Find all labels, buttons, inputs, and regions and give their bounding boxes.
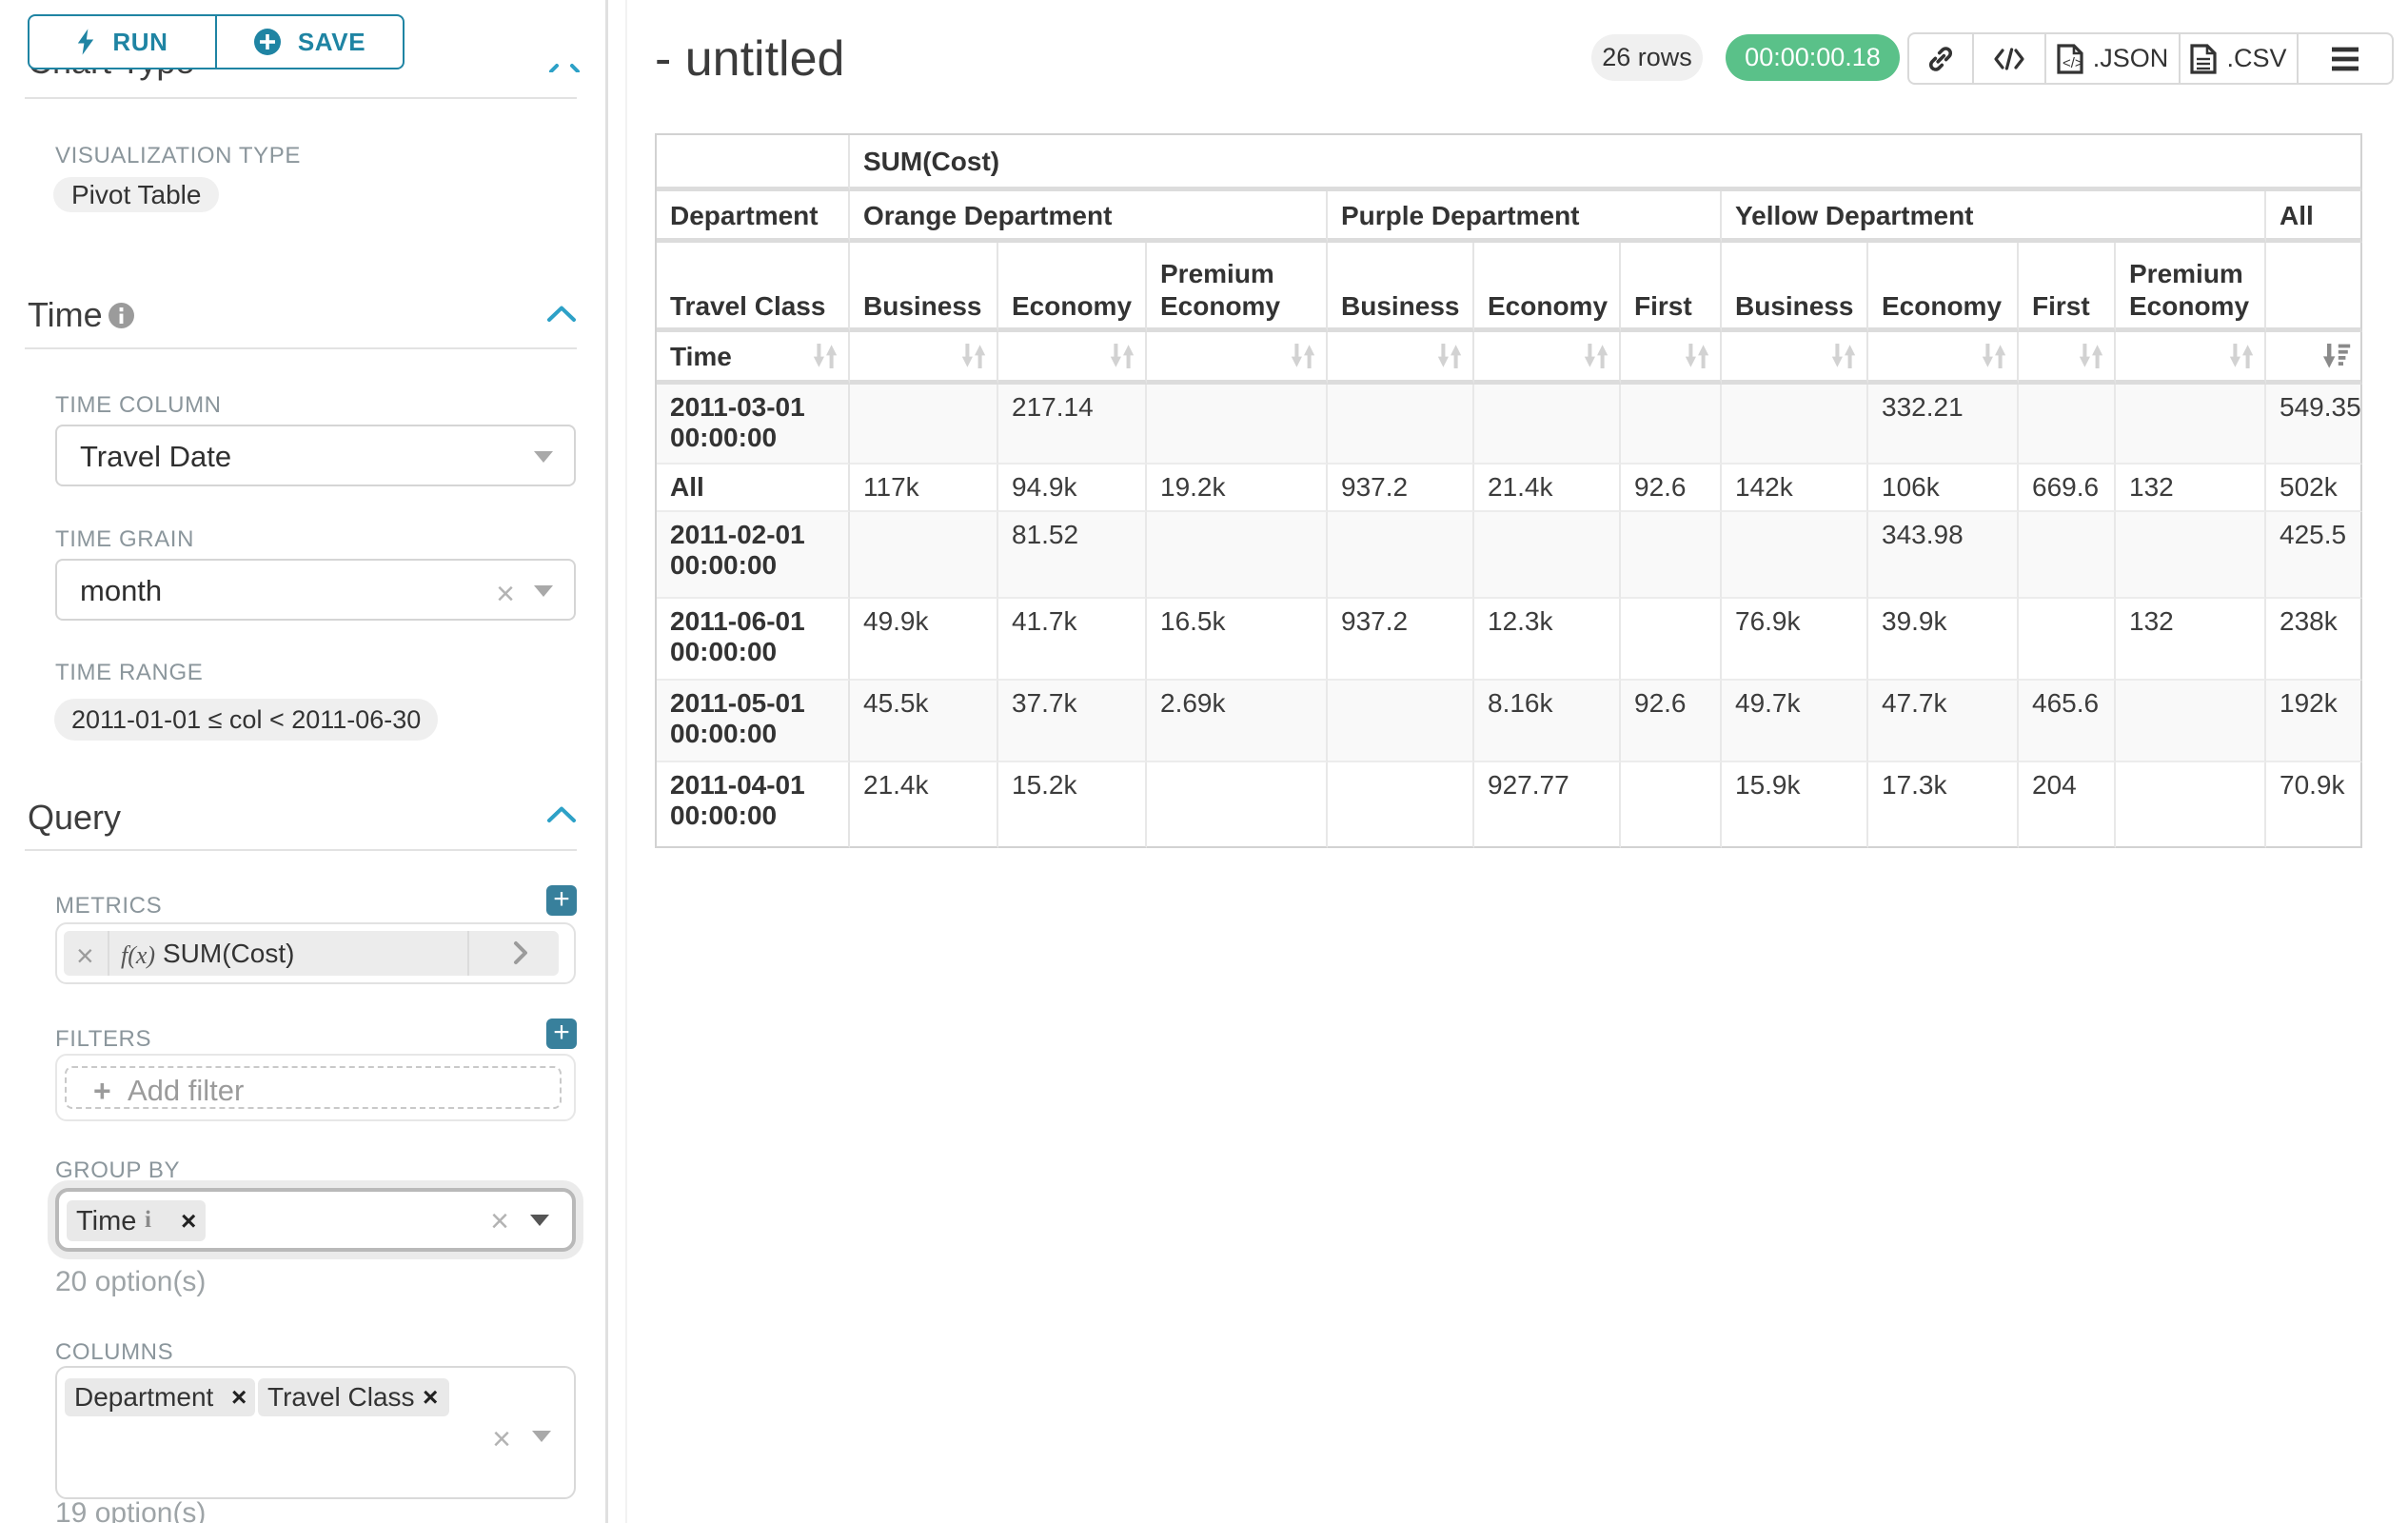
svg-text:</>: </> <box>2063 55 2083 71</box>
